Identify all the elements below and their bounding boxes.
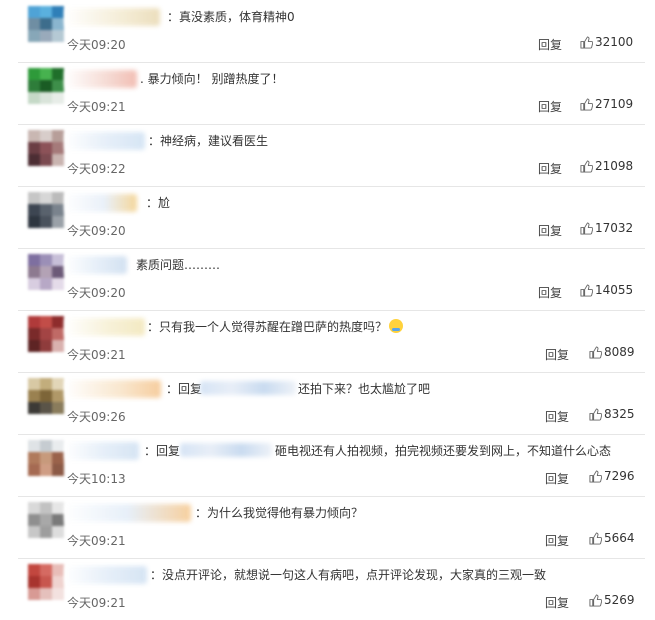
reply-button[interactable]: 回复: [545, 408, 569, 425]
comment-item: . 暴力倾向！ 别蹭热度了！ 今天09:21 回复 27109: [0, 62, 655, 124]
comment-text: . 暴力倾向！ 别蹭热度了！: [140, 72, 284, 86]
username-blurred[interactable]: [65, 318, 145, 336]
thumbs-up-icon: [589, 531, 602, 545]
like-count: 5269: [604, 593, 635, 607]
avatar[interactable]: [28, 564, 64, 600]
thumbs-up-icon: [580, 283, 593, 297]
mention-blurred[interactable]: [180, 443, 272, 457]
like-count: 32100: [595, 35, 634, 49]
comment-item: ：为什么我觉得他有暴力倾向？ 今天09:21 回复 5664: [0, 496, 655, 558]
comment-text: ：为什么我觉得他有暴力倾向？: [195, 506, 364, 520]
timestamp: 今天09:21: [67, 348, 126, 362]
comment-text: 素质问题………: [136, 258, 221, 272]
thumbs-up-icon: [580, 221, 593, 235]
username-blurred[interactable]: [65, 70, 137, 88]
avatar[interactable]: [28, 68, 64, 104]
reply-button[interactable]: 回复: [538, 36, 562, 53]
username-blurred[interactable]: [65, 504, 191, 522]
timestamp: 今天10:13: [67, 472, 126, 486]
thumbs-up-icon: [589, 469, 602, 483]
like-button[interactable]: 8325: [589, 407, 635, 421]
thumbs-up-icon: [589, 345, 602, 359]
like-button[interactable]: 21098: [580, 159, 633, 173]
avatar[interactable]: [28, 130, 64, 166]
timestamp: 今天09:20: [67, 286, 126, 300]
comment-item: ：回复 还拍下来？也太尴尬了吧 今天09:26 回复 8325: [0, 372, 655, 434]
username-blurred[interactable]: [65, 442, 139, 460]
like-button[interactable]: 8089: [589, 345, 635, 359]
comment-text-continued: 砸电视还有人拍视频，拍完视频还要发到网上，不知道什么心态: [275, 444, 612, 458]
username-blurred[interactable]: [65, 8, 160, 26]
avatar[interactable]: [28, 440, 64, 476]
avatar[interactable]: [28, 192, 64, 228]
reply-button[interactable]: 回复: [538, 222, 562, 239]
comment-text: ：回复: [144, 444, 181, 458]
like-button[interactable]: 14055: [580, 283, 633, 297]
reply-button[interactable]: 回复: [545, 470, 569, 487]
comment-list: ：真没素质，体育精神0 今天09:20 回复 32100 . 暴力倾向！ 别蹭热…: [0, 0, 655, 615]
like-count: 14055: [595, 283, 634, 297]
like-count: 21098: [595, 159, 634, 173]
thumbs-up-icon: [580, 97, 593, 111]
thumbs-up-icon: [589, 407, 602, 421]
reply-button[interactable]: 回复: [538, 284, 562, 301]
timestamp: 今天09:26: [67, 410, 126, 424]
like-count: 27109: [595, 97, 634, 111]
reply-button[interactable]: 回复: [538, 160, 562, 177]
comment-text-body: ：只有我一个人觉得苏醒在蹭巴萨的热度吗？: [147, 320, 388, 334]
reply-button[interactable]: 回复: [545, 594, 569, 611]
like-button[interactable]: 32100: [580, 35, 633, 49]
emoji-icon: [389, 319, 404, 333]
comment-item: ：尬 今天09:20 回复 17032: [0, 186, 655, 248]
comment-item: ：只有我一个人觉得苏醒在蹭巴萨的热度吗？ 今天09:21 回复 8089: [0, 310, 655, 372]
reply-button[interactable]: 回复: [545, 346, 569, 363]
timestamp: 今天09:21: [67, 534, 126, 548]
comment-text-continued: 还拍下来？也太尴尬了吧: [298, 382, 431, 396]
like-button[interactable]: 5269: [589, 593, 635, 607]
comment-item: ：神经病，建议看医生 今天09:22 回复 21098: [0, 124, 655, 186]
comment-item: ：没点开评论，就想说一句这人有病吧，点开评论发现，大家真的三观一致 今天09:2…: [0, 558, 655, 620]
timestamp: 今天09:20: [67, 38, 126, 52]
thumbs-up-icon: [580, 159, 593, 173]
like-count: 8089: [604, 345, 635, 359]
mention-blurred[interactable]: [200, 381, 296, 395]
reply-button[interactable]: 回复: [538, 98, 562, 115]
like-button[interactable]: 5664: [589, 531, 635, 545]
like-button[interactable]: 7296: [589, 469, 635, 483]
comment-item: 素质问题……… 今天09:20 回复 14055: [0, 248, 655, 310]
comment-text: ：只有我一个人觉得苏醒在蹭巴萨的热度吗？: [147, 319, 404, 335]
like-button[interactable]: 27109: [580, 97, 633, 111]
like-count: 5664: [604, 531, 635, 545]
username-blurred[interactable]: [65, 194, 137, 212]
avatar[interactable]: [28, 378, 64, 414]
like-count: 7296: [604, 469, 635, 483]
avatar[interactable]: [28, 502, 64, 538]
like-button[interactable]: 17032: [580, 221, 633, 235]
timestamp: 今天09:21: [67, 100, 126, 114]
comment-text: ：尬: [146, 196, 171, 210]
timestamp: 今天09:21: [67, 596, 126, 610]
avatar[interactable]: [28, 316, 64, 352]
timestamp: 今天09:20: [67, 224, 126, 238]
comment-item: ：真没素质，体育精神0 今天09:20 回复 32100: [0, 0, 655, 62]
thumbs-up-icon: [589, 593, 602, 607]
comment-text: ：回复: [166, 382, 203, 396]
like-count: 17032: [595, 221, 634, 235]
comment-text: ：没点开评论，就想说一句这人有病吧，点开评论发现，大家真的三观一致: [150, 568, 547, 582]
username-blurred[interactable]: [65, 380, 161, 398]
username-blurred[interactable]: [65, 132, 145, 150]
comment-text: ：神经病，建议看医生: [148, 134, 269, 148]
comment-text: ：真没素质，体育精神0: [167, 10, 295, 24]
like-count: 8325: [604, 407, 635, 421]
username-blurred[interactable]: [65, 256, 127, 274]
comment-item: ：回复 砸电视还有人拍视频，拍完视频还要发到网上，不知道什么心态 今天10:13…: [0, 434, 655, 496]
avatar[interactable]: [28, 6, 64, 42]
timestamp: 今天09:22: [67, 162, 126, 176]
avatar[interactable]: [28, 254, 64, 290]
username-blurred[interactable]: [65, 566, 147, 584]
reply-button[interactable]: 回复: [545, 532, 569, 549]
thumbs-up-icon: [580, 35, 593, 49]
